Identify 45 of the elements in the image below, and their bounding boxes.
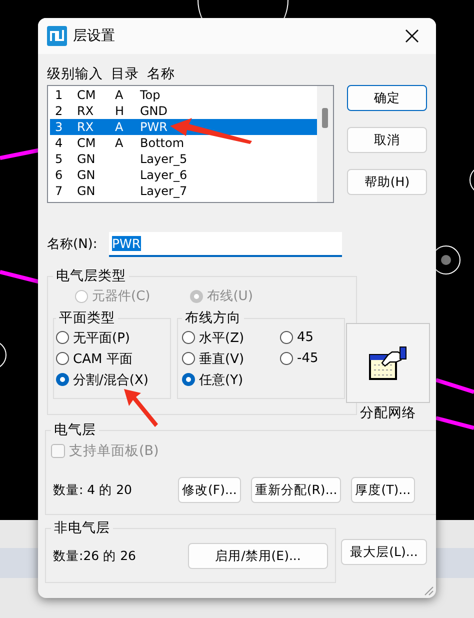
window-title: 层设置 — [73, 27, 116, 45]
dialog-button[interactable]: 帮助(H) — [347, 169, 427, 195]
layer-row[interactable]: 1 CM A Top — [50, 87, 317, 103]
radio-option[interactable]: CAM 平面 — [56, 348, 168, 369]
dialog-button[interactable]: 取消 — [347, 127, 427, 153]
group-title: 平面类型 — [58, 309, 116, 327]
dialog-button[interactable]: 最大层(L)... — [341, 539, 427, 565]
arrow-annotation — [124, 389, 158, 427]
name-label: 名称(N): — [47, 236, 98, 253]
group-title: 电气层类型 — [55, 267, 127, 285]
layer-row[interactable]: 3 RX A PWR — [50, 119, 317, 135]
layer-row[interactable]: 5 GN Layer_5 — [50, 151, 317, 167]
group-title: 非电气层 — [53, 519, 111, 537]
radio-option[interactable]: 45 — [280, 327, 340, 348]
radio-option[interactable]: 垂直(V) — [182, 348, 280, 369]
layer-row[interactable]: 6 GN Layer_6 — [50, 167, 317, 183]
app-icon — [47, 26, 67, 46]
assign-nets-label: 分配网络 — [360, 404, 416, 422]
name-input-field[interactable]: PWR — [109, 232, 342, 256]
column-header: 目录 — [111, 65, 139, 83]
layer-row[interactable]: 2 RX H GND — [50, 103, 317, 119]
dialog-button[interactable]: 修改(F)... — [178, 477, 241, 503]
radio-option[interactable]: 任意(Y) — [182, 369, 280, 390]
scrollbar-thumb[interactable] — [322, 108, 328, 128]
scrollbar[interactable] — [317, 86, 333, 202]
dialog-button[interactable]: 厚度(T)... — [351, 477, 415, 503]
radio-option[interactable]: 无平面(P) — [56, 327, 168, 348]
layer-count: 数量: 4 的 20 — [52, 482, 133, 498]
radio-option[interactable]: -45 — [280, 348, 340, 369]
hand-on-sheet-icon — [368, 345, 408, 381]
group-title: 布线方向 — [184, 309, 242, 327]
radio-option[interactable]: 水平(Z) — [182, 327, 280, 348]
column-header: 级别输入 — [47, 65, 103, 83]
group-title: 电气层 — [53, 421, 97, 439]
resize-grip-icon[interactable] — [422, 584, 434, 596]
radio-option[interactable]: 分割/混合(X) — [56, 369, 168, 390]
layer-row[interactable]: 4 CM A Bottom — [50, 135, 317, 151]
dialog-button[interactable]: 启用/禁用(E)... — [188, 543, 328, 569]
assign-nets-button[interactable] — [346, 323, 430, 403]
column-header: 名称 — [147, 65, 175, 83]
dialog-button[interactable]: 确定 — [347, 85, 427, 111]
close-icon[interactable] — [405, 29, 419, 43]
layer-row[interactable]: 7 GN Layer_7 — [50, 183, 317, 199]
layer-count: 数量:26 的 26 — [52, 548, 137, 564]
dialog-button[interactable]: 重新分配(R)... — [250, 477, 342, 503]
